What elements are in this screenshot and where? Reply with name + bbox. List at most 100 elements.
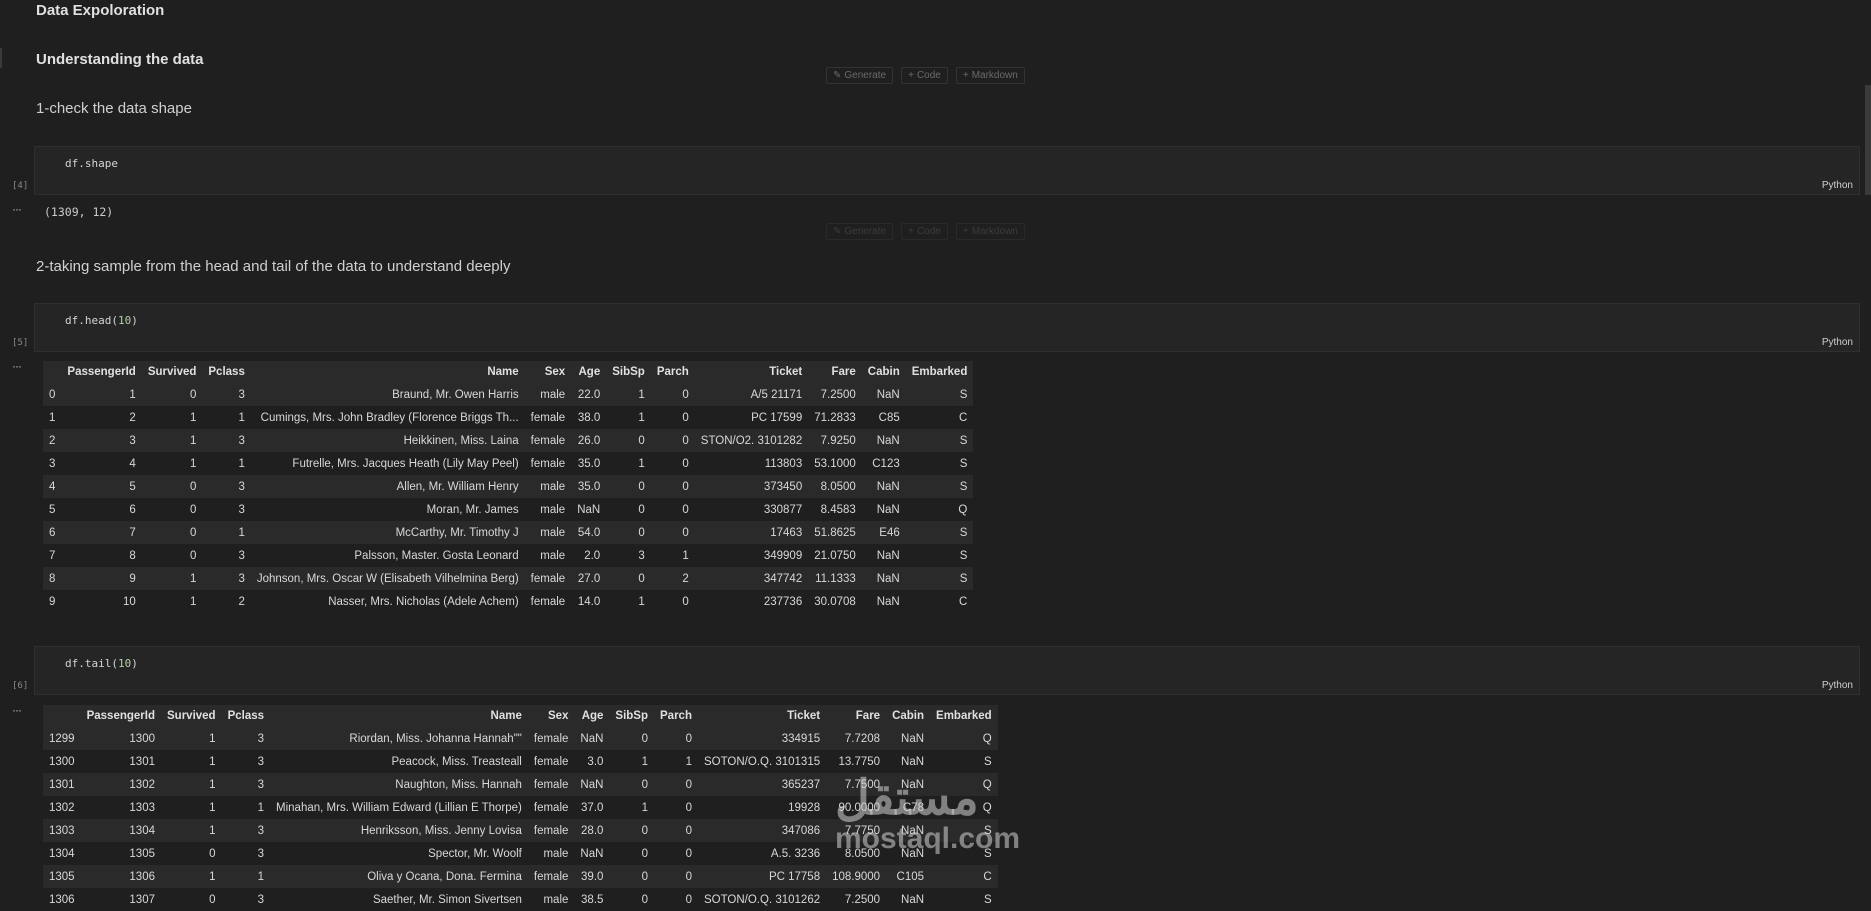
table-cell: 3 (257, 755, 265, 768)
table-cell: 0 (682, 457, 689, 470)
table-cell: 1306 (80, 865, 161, 888)
table-cell: 1300 (80, 727, 161, 750)
row-index: 3 (49, 457, 56, 470)
markdown-step2: 2-taking sample from the head and tail o… (36, 258, 511, 275)
table-cell: Riordan, Miss. Johanna Hannah"" (270, 727, 528, 750)
row-index: 6 (43, 521, 62, 544)
table-cell: 113803 (764, 457, 803, 470)
generate-button[interactable]: ✎ Generate (826, 223, 894, 240)
add-markdown-button[interactable]: + Markdown (955, 67, 1025, 84)
column-header: PassengerId (61, 361, 142, 383)
code-editor[interactable]: df.tail(10) (65, 657, 138, 670)
table-cell: 3 (257, 847, 265, 860)
heading-data-exploration: Data Expoloration (36, 2, 165, 19)
table-cell: 0 (654, 773, 698, 796)
table-row: 1305 1306 1 1 Oliva y Ocana, Dona. Fermina fe… (43, 865, 998, 888)
table-cell: female (527, 727, 575, 750)
generate-button[interactable]: ✎ Generate (826, 67, 894, 84)
column-header: Ticket (694, 361, 809, 383)
table-cell: 7 (61, 521, 142, 544)
plus-icon: + (908, 226, 914, 237)
add-code-button[interactable]: + Code (901, 223, 948, 240)
table-cell: 51.8625 (808, 521, 862, 544)
table-cell: Oliva y Ocana, Dona. Fermina (270, 865, 528, 888)
language-label[interactable]: Python (1822, 337, 1853, 348)
table-cell: 0 (682, 503, 689, 516)
table-cell: 1 (189, 595, 197, 608)
code-cell-head[interactable]: df.head(10) Python (34, 303, 1860, 352)
table-cell: NaN (574, 773, 610, 796)
table-cell: 0 (141, 521, 203, 544)
table-cell: Peacock, Miss. Treasteall (391, 755, 522, 768)
table-cell: 365237 (697, 773, 827, 796)
execution-count: [4] (12, 181, 29, 191)
column-header: Age (571, 361, 607, 383)
output-menu-icon[interactable]: ··· (12, 703, 22, 717)
cell-focus-bar (0, 48, 2, 68)
table-row: 2 3 1 3 Heikkinen, Miss. Laina female 26.0 0 0 ST… (43, 429, 974, 452)
table-cell: 0 (638, 503, 645, 516)
table-cell: S (905, 383, 974, 406)
table-cell: 347086 (697, 819, 827, 842)
table-cell: 53.1000 (814, 457, 856, 470)
table-cell: 1304 (80, 819, 161, 842)
language-label[interactable]: Python (1822, 180, 1853, 191)
table-cell: 11.1333 (808, 567, 862, 590)
table-cell: S (959, 457, 968, 470)
code-editor[interactable]: df.head(10) (65, 314, 138, 327)
table-cell: 4 (129, 457, 136, 470)
table-cell: E46 (861, 521, 906, 544)
table-cell: A.5. 3236 (770, 847, 821, 860)
table-cell: male (543, 847, 569, 860)
scrollbar-thumb[interactable] (1865, 85, 1871, 195)
table-cell: 28.0 (574, 819, 610, 842)
table-cell: 0 (654, 865, 698, 888)
shape-output: (1309, 12) (44, 205, 114, 219)
table-cell: 8.0500 (808, 475, 862, 498)
table-cell: 1 (141, 567, 203, 590)
table-cell: 7.7208 (826, 727, 887, 750)
column-header: Pclass (202, 361, 251, 383)
row-index: 2 (43, 429, 62, 452)
table-cell: A/5 21171 (694, 383, 809, 406)
language-label[interactable]: Python (1822, 680, 1853, 691)
table-cell: female (524, 567, 572, 590)
table-cell: 0 (141, 475, 203, 498)
table-cell: 13.7750 (838, 755, 881, 768)
output-menu-icon[interactable]: ··· (12, 359, 22, 373)
table-cell: Moran, Mr. James (426, 503, 519, 516)
table-cell: 0 (189, 549, 197, 562)
table-cell: 1 (202, 521, 251, 544)
table-cell: NaN (861, 383, 906, 406)
column-header: PassengerId (80, 705, 161, 727)
table-cell: 6 (129, 503, 136, 516)
table-cell: female (533, 755, 569, 768)
sparkle-icon: ✎ (833, 70, 842, 81)
add-code-button[interactable]: + Code (901, 67, 948, 84)
table-cell: 17463 (694, 521, 809, 544)
table-cell: 7.2500 (808, 383, 862, 406)
table-cell: 3 (221, 773, 271, 796)
table-cell: 0 (650, 429, 695, 452)
code-cell-tail[interactable]: df.tail(10) Python (34, 646, 1860, 695)
plus-icon: + (908, 70, 914, 81)
table-cell: 1302 (80, 773, 161, 796)
table-cell: 71.2833 (814, 411, 856, 424)
column-header: Ticket (697, 705, 827, 727)
table-cell: C (959, 595, 968, 608)
table-cell: SOTON/O.Q. 3101315 (703, 755, 821, 768)
table-cell: NaN (876, 595, 900, 608)
table-cell: S (983, 755, 992, 768)
add-markdown-button[interactable]: + Markdown (955, 223, 1025, 240)
row-index: 8 (43, 567, 62, 590)
table-cell: 349909 (763, 549, 803, 562)
code-editor[interactable]: df.shape (65, 157, 118, 170)
table-cell: 0 (685, 847, 692, 860)
code-cell-shape[interactable]: df.shape Python (34, 146, 1860, 195)
table-cell: male (524, 475, 572, 498)
column-header: SibSp (606, 361, 651, 383)
column-header: Pclass (221, 705, 271, 727)
table-row: 4 5 0 3 Allen, Mr. William Henry male 35.0 0 0 37… (43, 475, 974, 498)
output-menu-icon[interactable]: ··· (12, 202, 22, 216)
table-cell: 0 (654, 819, 698, 842)
